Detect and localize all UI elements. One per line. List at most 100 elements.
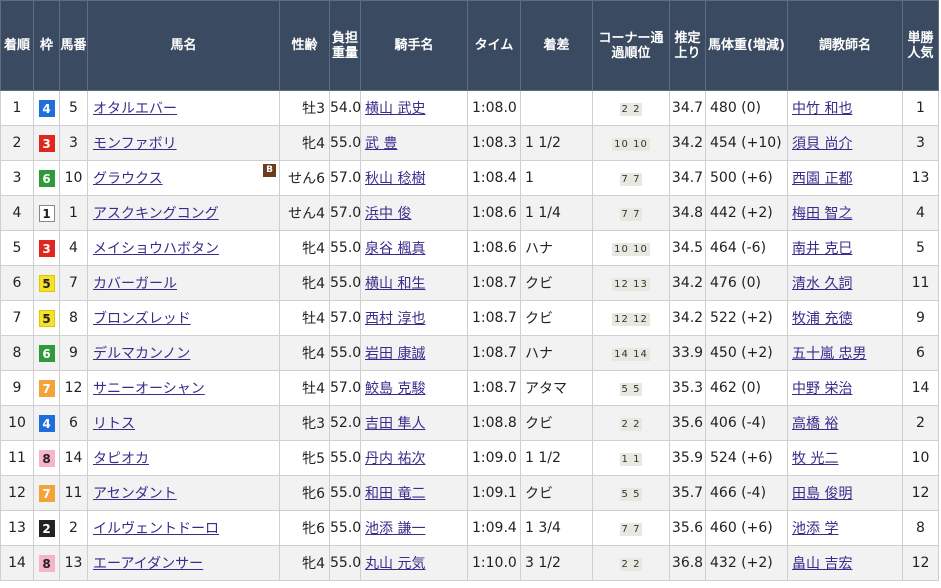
header-last3f: 推定上り — [669, 0, 706, 91]
trainer-link[interactable]: 五十嵐 忠男 — [792, 346, 866, 362]
trainer-link[interactable]: 清水 久詞 — [792, 276, 852, 292]
horse-link[interactable]: グラウクス — [93, 171, 163, 187]
jockey-cell: 泉谷 楓真 — [360, 230, 468, 266]
trainer-link[interactable]: 高橋 裕 — [792, 416, 838, 432]
waku-cell: 5 — [33, 265, 60, 301]
jockey-link[interactable]: 和田 竜二 — [365, 486, 425, 502]
jockey-link[interactable]: 岩田 康誠 — [365, 346, 425, 362]
trainer-link[interactable]: 中野 栄治 — [792, 381, 852, 397]
corner-cell: 12 12 — [592, 300, 670, 336]
rank-cell: 13 — [0, 510, 34, 546]
weight-cell: 55.0 — [329, 335, 361, 371]
jockey-link[interactable]: 浜中 俊 — [365, 206, 411, 222]
jockey-link[interactable]: 丹内 祐次 — [365, 451, 425, 467]
rank-cell: 12 — [0, 475, 34, 511]
horse-cell: グラウクス B — [87, 160, 280, 196]
time-cell: 1:08.0 — [467, 90, 521, 126]
margin-cell: クビ — [520, 300, 593, 336]
jockey-link[interactable]: 秋山 稔樹 — [365, 171, 425, 187]
rank-cell: 2 — [0, 125, 34, 161]
horse-cell: メイショウハボタン — [87, 230, 280, 266]
jockey-link[interactable]: 泉谷 楓真 — [365, 241, 425, 257]
jockey-cell: 横山 武史 — [360, 90, 468, 126]
jockey-link[interactable]: 西村 淳也 — [365, 311, 425, 327]
waku-cell: 1 — [33, 195, 60, 231]
trainer-link[interactable]: 西園 正都 — [792, 171, 852, 187]
corner-cell: 10 10 — [592, 230, 670, 266]
jockey-cell: 丸山 元気 — [360, 545, 468, 581]
horse-link[interactable]: アセンダント — [93, 486, 177, 502]
margin-cell: クビ — [520, 475, 593, 511]
rank-cell: 1 — [0, 90, 34, 126]
trainer-cell: 南井 克巳 — [787, 230, 903, 266]
header-sexage: 性齢 — [279, 0, 330, 91]
horse-link[interactable]: エーアイダンサー — [93, 556, 203, 572]
horse-link[interactable]: オタルエバー — [93, 101, 177, 117]
jockey-link[interactable]: 吉田 隼人 — [365, 416, 425, 432]
horse-link[interactable]: サニーオーシャン — [93, 381, 205, 397]
trainer-link[interactable]: 南井 克巳 — [792, 241, 852, 257]
horse-link[interactable]: メイショウハボタン — [93, 241, 219, 257]
popularity-cell: 8 — [902, 510, 939, 546]
jockey-cell: 横山 和生 — [360, 265, 468, 301]
sexage-cell: せん4 — [279, 195, 330, 231]
body-weight-cell: 432 (+2) — [705, 545, 788, 581]
weight-cell: 55.0 — [329, 440, 361, 476]
horse-link[interactable]: アスクキングコング — [93, 206, 219, 222]
trainer-cell: 梅田 智之 — [787, 195, 903, 231]
last3f-cell: 35.9 — [669, 440, 706, 476]
table-row: 10 4 6 リトス 牝3 52.0 吉田 隼人 1:08.8 クビ 2 2 35.6 406 (-4… — [0, 405, 939, 441]
trainer-link[interactable]: 梅田 智之 — [792, 206, 852, 222]
trainer-link[interactable]: 中竹 和也 — [792, 101, 852, 117]
table-row: 13 2 2 イルヴェントドーロ 牝6 55.0 池添 謙一 1:09.4 1 3/4 7 7 35… — [0, 510, 939, 546]
corner-cell: 7 7 — [592, 195, 670, 231]
horse-link[interactable]: イルヴェントドーロ — [93, 521, 219, 537]
jockey-link[interactable]: 丸山 元気 — [365, 556, 425, 572]
jockey-link[interactable]: 鮫島 克駿 — [365, 381, 425, 397]
jockey-link[interactable]: 横山 和生 — [365, 276, 425, 292]
waku-cell: 7 — [33, 475, 60, 511]
horse-link[interactable]: デルマカンノン — [93, 346, 190, 362]
weight-cell: 57.0 — [329, 370, 361, 406]
body-weight-cell: 466 (-4) — [705, 475, 788, 511]
horse-link[interactable]: モンファボリ — [93, 136, 177, 152]
header-margin: 着差 — [520, 0, 593, 91]
trainer-link[interactable]: 牧浦 充徳 — [792, 311, 852, 327]
waku-cell: 4 — [33, 405, 60, 441]
corner-order: 2 2 — [619, 558, 643, 571]
umaban-cell: 7 — [59, 265, 88, 301]
table-row: 6 5 7 カバーガール 牝4 55.0 横山 和生 1:08.7 クビ 12 13 34.2 476… — [0, 265, 939, 301]
horse-link[interactable]: タピオカ — [93, 451, 149, 467]
jockey-link[interactable]: 池添 謙一 — [365, 521, 425, 537]
waku-cell: 6 — [33, 335, 60, 371]
time-cell: 1:08.7 — [467, 370, 521, 406]
popularity-cell: 11 — [902, 265, 939, 301]
trainer-link[interactable]: 須貝 尚介 — [792, 136, 852, 152]
weight-cell: 57.0 — [329, 195, 361, 231]
table-row: 1 4 5 オタルエバー 牡3 54.0 横山 武史 1:08.0 2 2 34.7 480 (0)… — [0, 90, 939, 126]
weight-cell: 55.0 — [329, 230, 361, 266]
corner-order: 7 7 — [619, 523, 643, 536]
trainer-link[interactable]: 田島 俊明 — [792, 486, 852, 502]
umaban-cell: 2 — [59, 510, 88, 546]
last3f-cell: 36.8 — [669, 545, 706, 581]
corner-cell: 12 13 — [592, 265, 670, 301]
waku-badge: 4 — [38, 414, 55, 432]
umaban-cell: 14 — [59, 440, 88, 476]
trainer-link[interactable]: 池添 学 — [792, 521, 838, 537]
horse-link[interactable]: カバーガール — [93, 276, 177, 292]
body-weight-cell: 450 (+2) — [705, 335, 788, 371]
trainer-link[interactable]: 畠山 吉宏 — [792, 556, 852, 572]
jockey-link[interactable]: 武 豊 — [365, 136, 397, 152]
trainer-link[interactable]: 牧 光二 — [792, 451, 838, 467]
rank-cell: 8 — [0, 335, 34, 371]
table-row: 11 8 14 タピオカ 牝5 55.0 丹内 祐次 1:09.0 1 1/2 1 1 35.9 52… — [0, 440, 939, 476]
body-weight-cell: 522 (+2) — [705, 300, 788, 336]
last3f-cell: 34.7 — [669, 160, 706, 196]
umaban-cell: 12 — [59, 370, 88, 406]
last3f-cell: 34.8 — [669, 195, 706, 231]
jockey-link[interactable]: 横山 武史 — [365, 101, 425, 117]
time-cell: 1:08.6 — [467, 230, 521, 266]
horse-link[interactable]: リトス — [93, 416, 135, 432]
horse-link[interactable]: ブロンズレッド — [93, 311, 191, 327]
